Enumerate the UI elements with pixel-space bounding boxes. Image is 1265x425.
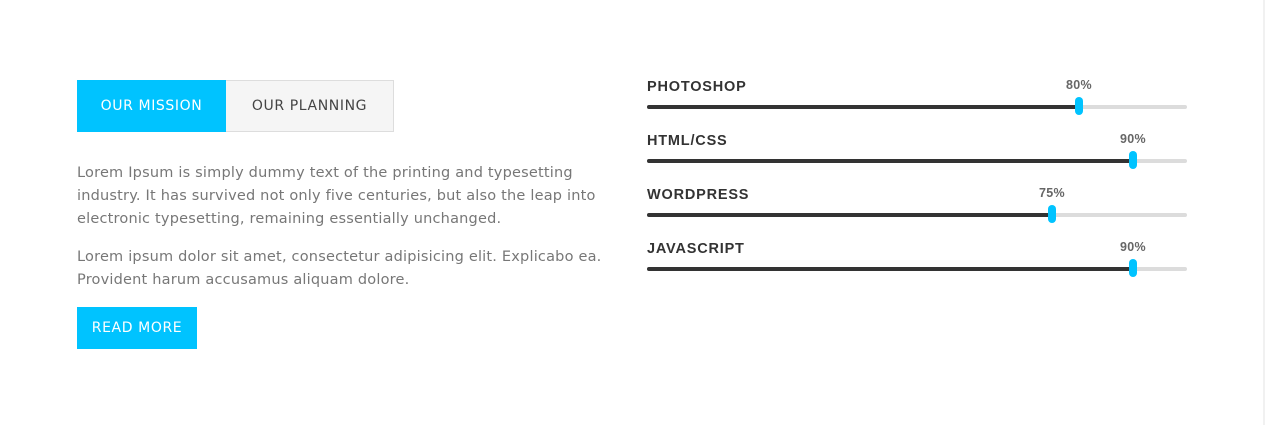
skill-progress-handle[interactable] (1129, 151, 1137, 169)
skill-percent-label: 90% (1120, 240, 1146, 254)
skill-progress-track (647, 205, 1187, 223)
skill-percent-label: 90% (1120, 132, 1146, 146)
tab-content-paragraph-1: Lorem Ipsum is simply dummy text of the … (77, 165, 596, 227)
tab-content-paragraph-2: Lorem ipsum dolor sit amet, consectetur … (77, 249, 602, 288)
tab-our-planning[interactable]: OUR PLANNING (226, 80, 394, 132)
skill-progress-fill (647, 267, 1133, 271)
tab-our-mission[interactable]: OUR MISSION (77, 80, 226, 132)
skill-progress-fill (647, 213, 1052, 217)
skill-wordpress: WORDPRESS 75% (647, 184, 1187, 238)
skill-progress-track (647, 97, 1187, 115)
skill-progress-handle[interactable] (1075, 97, 1083, 115)
skill-name: JAVASCRIPT (647, 241, 745, 257)
skill-progress-fill (647, 105, 1079, 109)
skill-photoshop: PHOTOSHOP 80% (647, 76, 1187, 130)
skill-name: PHOTOSHOP (647, 79, 747, 95)
read-more-button[interactable]: READ MORE (77, 307, 197, 349)
skill-progress-handle[interactable] (1129, 259, 1137, 277)
skills-list: PHOTOSHOP 80% HTML/CSS 90% WORDPRESS 75%… (647, 76, 1187, 292)
skill-javascript: JAVASCRIPT 90% (647, 238, 1187, 292)
skill-name: HTML/CSS (647, 133, 728, 149)
tab-bar: OUR MISSION OUR PLANNING (77, 80, 394, 132)
skill-progress-handle[interactable] (1048, 205, 1056, 223)
skill-progress-track (647, 151, 1187, 169)
skill-progress-fill (647, 159, 1133, 163)
skill-html-css: HTML/CSS 90% (647, 130, 1187, 184)
skill-percent-label: 75% (1039, 186, 1065, 200)
skill-percent-label: 80% (1066, 78, 1092, 92)
skill-name: WORDPRESS (647, 187, 750, 203)
skill-progress-track (647, 259, 1187, 277)
